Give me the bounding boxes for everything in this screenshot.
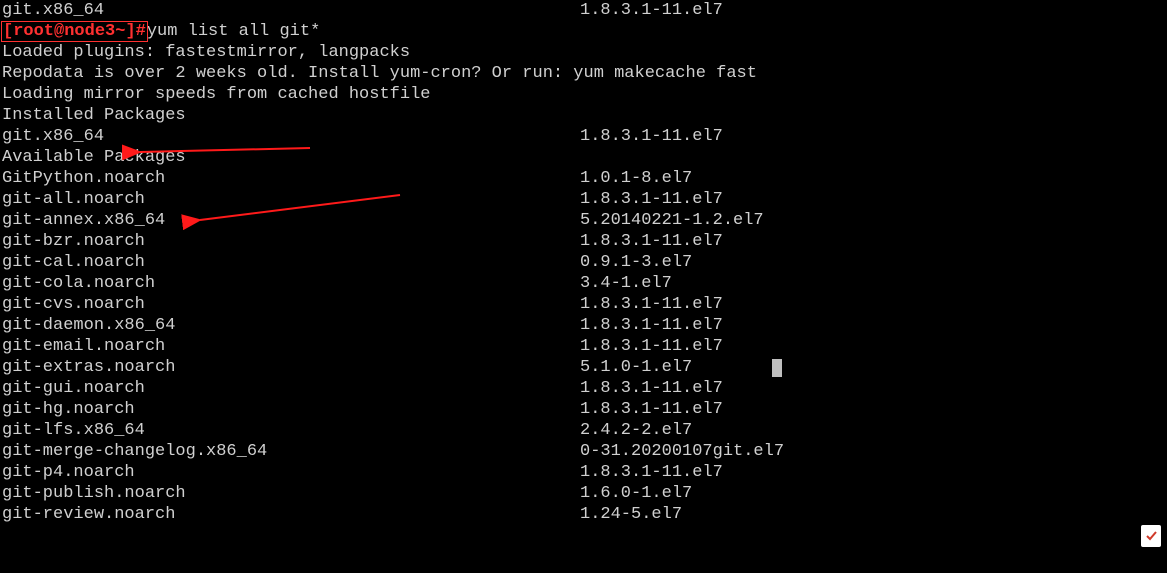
- package-name: git-gui.noarch: [2, 378, 580, 399]
- package-row: git-cola.noarch3.4-1.el7: [2, 273, 1167, 294]
- package-name: git-bzr.noarch: [2, 231, 580, 252]
- package-version: 2.4.2-2.el7: [580, 420, 692, 441]
- package-row: git-all.noarch1.8.3.1-11.el7: [2, 189, 1167, 210]
- package-row: git-daemon.x86_641.8.3.1-11.el7: [2, 315, 1167, 336]
- package-row: git-publish.noarch1.6.0-1.el7: [2, 483, 1167, 504]
- package-row: git-bzr.noarch1.8.3.1-11.el7: [2, 231, 1167, 252]
- package-name: git-extras.noarch: [2, 357, 580, 378]
- package-name: git-all.noarch: [2, 189, 580, 210]
- package-name: git-publish.noarch: [2, 483, 580, 504]
- package-name: git-p4.noarch: [2, 462, 580, 483]
- prompt-open-bracket: [: [3, 22, 13, 41]
- prompt-close-bracket: ]: [125, 22, 135, 41]
- package-row: git-merge-changelog.x86_640-31.20200107g…: [2, 441, 1167, 462]
- package-version: 1.8.3.1-11.el7: [580, 399, 723, 420]
- package-version: 3.4-1.el7: [580, 273, 672, 294]
- package-name: git-cvs.noarch: [2, 294, 580, 315]
- package-version: 1.8.3.1-11.el7: [580, 231, 723, 252]
- package-row: GitPython.noarch1.0.1-8.el7: [2, 168, 1167, 189]
- package-version: 1.8.3.1-11.el7: [580, 378, 723, 399]
- available-header: Available Packages: [2, 147, 1167, 168]
- package-version: 5.1.0-1.el7: [580, 357, 692, 378]
- terminal-cursor: [772, 359, 782, 377]
- package-name: git-email.noarch: [2, 336, 580, 357]
- package-row: git-extras.noarch5.1.0-1.el7: [2, 357, 1167, 378]
- prompt-user: root: [13, 22, 54, 41]
- package-row: git-p4.noarch1.8.3.1-11.el7: [2, 462, 1167, 483]
- package-row: git-email.noarch1.8.3.1-11.el7: [2, 336, 1167, 357]
- command-text: yum list all git*: [147, 22, 320, 41]
- package-name: git-lfs.x86_64: [2, 420, 580, 441]
- package-row: git-cvs.noarch1.8.3.1-11.el7: [2, 294, 1167, 315]
- package-name: git-cal.noarch: [2, 252, 580, 273]
- package-row: git-gui.noarch1.8.3.1-11.el7: [2, 378, 1167, 399]
- package-row: git-annex.x86_645.20140221-1.2.el7: [2, 210, 1167, 231]
- package-version: 5.20140221-1.2.el7: [580, 210, 764, 231]
- package-row: git-review.noarch1.24-5.el7: [2, 504, 1167, 525]
- package-row: git-hg.noarch1.8.3.1-11.el7: [2, 399, 1167, 420]
- output-message: Loading mirror speeds from cached hostfi…: [2, 84, 1167, 105]
- output-message: Repodata is over 2 weeks old. Install yu…: [2, 63, 1167, 84]
- output-message: Loaded plugins: fastestmirror, langpacks: [2, 42, 1167, 63]
- package-name: git.x86_64: [2, 126, 580, 147]
- package-row: git-cal.noarch0.9.1-3.el7: [2, 252, 1167, 273]
- package-name: git.x86_64: [2, 0, 580, 21]
- package-version: 1.8.3.1-11.el7: [580, 189, 723, 210]
- package-row: git-lfs.x86_642.4.2-2.el7: [2, 420, 1167, 441]
- note-check-icon[interactable]: [1141, 525, 1161, 547]
- package-name: git-merge-changelog.x86_64: [2, 441, 580, 462]
- package-name: git-review.noarch: [2, 504, 580, 525]
- package-version: 1.8.3.1-11.el7: [580, 315, 723, 336]
- package-version: 0-31.20200107git.el7: [580, 441, 784, 462]
- installed-header: Installed Packages: [2, 105, 1167, 126]
- package-version: 1.24-5.el7: [580, 504, 682, 525]
- package-version: 1.8.3.1-11.el7: [580, 126, 723, 147]
- package-version: 1.0.1-8.el7: [580, 168, 692, 189]
- package-name: git-hg.noarch: [2, 399, 580, 420]
- package-version: 1.6.0-1.el7: [580, 483, 692, 504]
- prompt: [root@node3~]#: [2, 22, 147, 41]
- package-row: git.x86_641.8.3.1-11.el7: [2, 126, 1167, 147]
- package-row: git.x86_641.8.3.1-11.el7: [2, 0, 1167, 21]
- package-name: GitPython.noarch: [2, 168, 580, 189]
- prompt-host: node3: [64, 22, 115, 41]
- package-version: 0.9.1-3.el7: [580, 252, 692, 273]
- package-version: 1.8.3.1-11.el7: [580, 336, 723, 357]
- package-name: git-cola.noarch: [2, 273, 580, 294]
- package-version: 1.8.3.1-11.el7: [580, 294, 723, 315]
- package-name: git-daemon.x86_64: [2, 315, 580, 336]
- package-name: git-annex.x86_64: [2, 210, 580, 231]
- package-version: 1.8.3.1-11.el7: [580, 462, 723, 483]
- package-version: 1.8.3.1-11.el7: [580, 0, 723, 21]
- prompt-line[interactable]: [root@node3~]#yum list all git*: [2, 21, 1167, 42]
- prompt-at: @: [54, 22, 64, 41]
- prompt-tilde: ~: [115, 22, 125, 41]
- prompt-hash: #: [136, 22, 146, 41]
